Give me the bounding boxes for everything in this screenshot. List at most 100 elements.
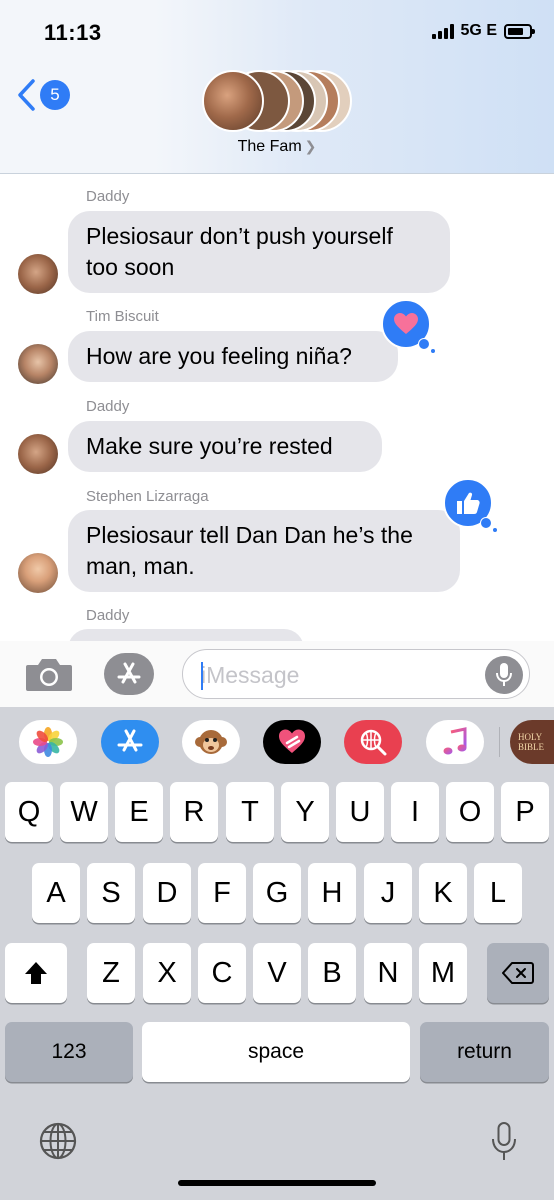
globe-search-icon: [360, 729, 387, 756]
backspace-icon: [502, 962, 534, 984]
message-bubble[interactable]: Plesiosaur don’t push yourself too soon: [68, 211, 450, 293]
message-line: How are you feeling niña?: [86, 343, 352, 369]
key-e[interactable]: E: [115, 782, 163, 842]
return-key[interactable]: return: [420, 1022, 549, 1082]
globe-icon[interactable]: [38, 1121, 78, 1161]
sender-avatar[interactable]: [18, 344, 58, 384]
key-g[interactable]: G: [253, 863, 301, 923]
message-bubble[interactable]: Plesiosaur tell Dan Dan he’s the man, ma…: [68, 510, 460, 592]
strip-divider: [499, 727, 500, 757]
message-line: Plesiosaur don’t push yourself: [86, 223, 393, 249]
dictation-microphone-icon[interactable]: [491, 1121, 517, 1163]
key-a[interactable]: A: [32, 863, 80, 923]
avatar: [202, 70, 264, 132]
message-line: too soon: [86, 254, 175, 280]
key-s[interactable]: S: [87, 863, 135, 923]
holy-bible-app-button[interactable]: HOLY BIBLE: [510, 720, 554, 764]
chevron-right-icon: ❯: [304, 138, 317, 154]
camera-icon[interactable]: [24, 655, 74, 693]
key-z[interactable]: Z: [87, 943, 135, 1003]
message-sender: Daddy: [86, 398, 130, 415]
message-line: Plesiosaur tell Dan Dan he’s the: [86, 522, 413, 548]
digital-touch-heart-icon: [279, 729, 305, 753]
key-v[interactable]: V: [253, 943, 301, 1003]
status-time: 11:13: [44, 20, 102, 45]
shift-arrow-icon: [25, 962, 47, 984]
space-key[interactable]: space: [142, 1022, 410, 1082]
heart-icon: [394, 313, 418, 334]
sender-avatar[interactable]: [18, 254, 58, 294]
message-bubble[interactable]: How are you feeling niña?: [68, 331, 398, 382]
message-sender: Daddy: [86, 607, 130, 624]
conversation-header: 11:13 5G E 5 The Fam ❯: [0, 0, 554, 174]
message-sender: Daddy: [86, 188, 130, 205]
unread-count-badge: 5: [40, 80, 70, 110]
animoji-app-button[interactable]: [182, 720, 240, 764]
key-d[interactable]: D: [143, 863, 191, 923]
key-k[interactable]: K: [419, 863, 467, 923]
app-store-button[interactable]: [104, 653, 154, 695]
imessage-field[interactable]: [182, 649, 530, 699]
battery-icon: [504, 23, 535, 39]
text-cursor: [201, 662, 203, 690]
home-indicator: [178, 1180, 376, 1186]
tapback-tail: [418, 338, 430, 350]
message-sender: Stephen Lizarraga: [86, 488, 209, 505]
microphone-icon: [496, 663, 512, 686]
photos-icon: [33, 727, 63, 757]
key-n[interactable]: N: [364, 943, 412, 1003]
back-button[interactable]: 5: [16, 78, 70, 112]
key-o[interactable]: O: [446, 782, 494, 842]
sender-avatar[interactable]: [18, 553, 58, 593]
key-r[interactable]: R: [170, 782, 218, 842]
dictation-button[interactable]: [485, 656, 523, 694]
keyboard: HOLY BIBLE Q W E R T Y U I O P A S D F G…: [0, 707, 554, 1200]
app-store-icon: [117, 729, 143, 752]
key-l[interactable]: L: [474, 863, 522, 923]
web-search-app-button[interactable]: [344, 720, 402, 764]
message-line: Make sure you’re rested: [86, 433, 333, 459]
shift-key[interactable]: [5, 943, 67, 1003]
key-p[interactable]: P: [501, 782, 549, 842]
app-store-app-button[interactable]: [101, 720, 159, 764]
tapback-tail: [480, 517, 492, 529]
group-avatar-stack[interactable]: [202, 70, 354, 134]
message-input-bar: [0, 641, 554, 707]
imessage-app-strip: HOLY BIBLE: [0, 707, 554, 777]
message-line: man, man.: [86, 553, 195, 579]
holy-bible-label: HOLY BIBLE: [518, 732, 544, 752]
signal-icon: [431, 23, 454, 39]
key-x[interactable]: X: [143, 943, 191, 1003]
tapback-tail: [430, 348, 436, 354]
chevron-left-icon: [18, 79, 35, 111]
message-sender: Tim Biscuit: [86, 308, 159, 325]
network-type: 5G E: [460, 22, 497, 39]
key-f[interactable]: F: [198, 863, 246, 923]
key-q[interactable]: Q: [5, 782, 53, 842]
key-m[interactable]: M: [419, 943, 467, 1003]
group-name-button[interactable]: The Fam ❯: [0, 138, 554, 156]
group-name: The Fam: [237, 138, 302, 155]
message-input[interactable]: [201, 660, 481, 690]
key-t[interactable]: T: [226, 782, 274, 842]
music-note-icon: [443, 727, 467, 755]
delete-key[interactable]: [487, 943, 549, 1003]
sender-avatar[interactable]: [18, 434, 58, 474]
key-u[interactable]: U: [336, 782, 384, 842]
tapback-tail: [492, 527, 498, 533]
key-h[interactable]: H: [308, 863, 356, 923]
app-store-icon: [117, 662, 141, 684]
photos-app-button[interactable]: [19, 720, 77, 764]
key-y[interactable]: Y: [281, 782, 329, 842]
message-bubble[interactable]: Make sure you’re rested: [68, 421, 382, 472]
key-w[interactable]: W: [60, 782, 108, 842]
key-j[interactable]: J: [364, 863, 412, 923]
music-app-button[interactable]: [426, 720, 484, 764]
key-i[interactable]: I: [391, 782, 439, 842]
numbers-key[interactable]: 123: [5, 1022, 133, 1082]
digital-touch-app-button[interactable]: [263, 720, 321, 764]
monkey-icon: [195, 730, 227, 754]
status-icons: 5G E: [431, 22, 535, 40]
key-b[interactable]: B: [308, 943, 356, 1003]
key-c[interactable]: C: [198, 943, 246, 1003]
